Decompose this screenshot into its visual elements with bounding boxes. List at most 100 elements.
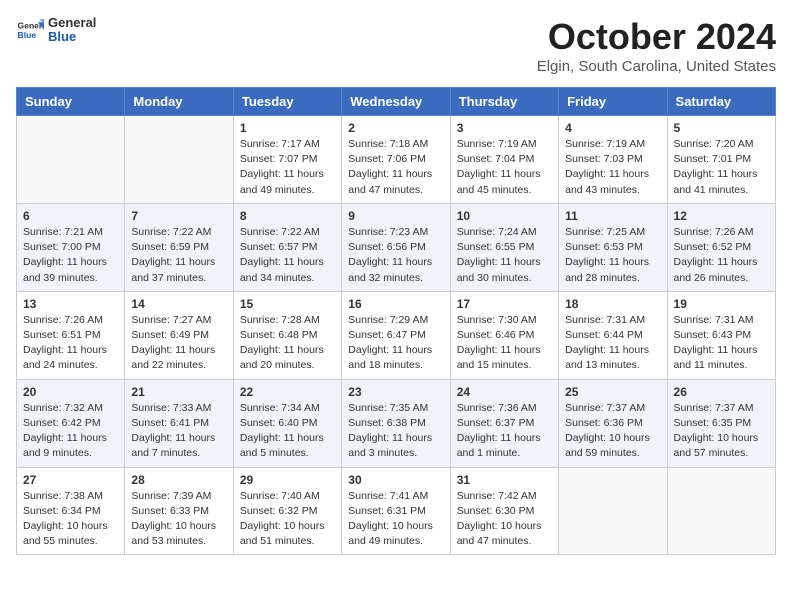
svg-text:Blue: Blue — [18, 30, 37, 40]
daylight-text: Daylight: 11 hours and 37 minutes. — [131, 256, 215, 283]
sunrise-text: Sunrise: 7:23 AM — [348, 226, 428, 238]
calendar-cell-w3-d5: 17Sunrise: 7:30 AMSunset: 6:46 PMDayligh… — [450, 291, 558, 379]
sunrise-text: Sunrise: 7:18 AM — [348, 138, 428, 150]
sunrise-text: Sunrise: 7:19 AM — [565, 138, 645, 150]
sunset-text: Sunset: 7:06 PM — [348, 153, 426, 165]
sunset-text: Sunset: 6:33 PM — [131, 505, 209, 517]
day-number: 29 — [240, 473, 335, 487]
day-number: 23 — [348, 385, 443, 399]
calendar-cell-w4-d1: 20Sunrise: 7:32 AMSunset: 6:42 PMDayligh… — [17, 379, 125, 467]
day-number: 2 — [348, 121, 443, 135]
daylight-text: Daylight: 11 hours and 30 minutes. — [457, 256, 541, 283]
sunrise-text: Sunrise: 7:26 AM — [23, 314, 103, 326]
day-info: Sunrise: 7:22 AMSunset: 6:59 PMDaylight:… — [131, 225, 226, 286]
sunrise-text: Sunrise: 7:31 AM — [565, 314, 645, 326]
sunrise-text: Sunrise: 7:36 AM — [457, 402, 537, 414]
sunset-text: Sunset: 6:48 PM — [240, 329, 318, 341]
calendar-cell-w1-d2 — [125, 116, 233, 204]
sunset-text: Sunset: 6:42 PM — [23, 417, 101, 429]
day-info: Sunrise: 7:17 AMSunset: 7:07 PMDaylight:… — [240, 137, 335, 198]
sunrise-text: Sunrise: 7:27 AM — [131, 314, 211, 326]
day-info: Sunrise: 7:24 AMSunset: 6:55 PMDaylight:… — [457, 225, 552, 286]
col-friday: Friday — [559, 88, 667, 116]
calendar-cell-w3-d4: 16 Sunrise: 7:29 AMSunset: 6:47 PMDayligh… — [342, 291, 450, 379]
daylight-text: Daylight: 11 hours and 13 minutes. — [565, 344, 649, 371]
day-number: 20 — [23, 385, 118, 399]
sunset-text: Sunset: 7:04 PM — [457, 153, 535, 165]
col-tuesday: Tuesday — [233, 88, 341, 116]
day-info: Sunrise: 7:37 AMSunset: 6:36 PMDaylight:… — [565, 401, 660, 462]
day-info: Sunrise: 7:30 AMSunset: 6:46 PMDaylight:… — [457, 313, 552, 374]
daylight-text: Daylight: 10 hours and 55 minutes. — [23, 520, 108, 547]
sunrise-text: Sunrise: 7:26 AM — [674, 226, 754, 238]
calendar-cell-w2-d4: 9Sunrise: 7:23 AMSunset: 6:56 PMDaylight… — [342, 203, 450, 291]
calendar-title: October 2024 — [537, 16, 776, 58]
day-number: 16 — [348, 297, 443, 311]
sunrise-text: Sunrise: 7:39 AM — [131, 490, 211, 502]
daylight-text: Daylight: 11 hours and 11 minutes. — [674, 344, 758, 371]
calendar-week-3: 13Sunrise: 7:26 AMSunset: 6:51 PMDayligh… — [17, 291, 776, 379]
calendar-cell-w4-d4: 23 Sunrise: 7:35 AMSunset: 6:38 PMDayligh… — [342, 379, 450, 467]
sunrise-text: Sunrise: 7:35 AM — [348, 402, 428, 414]
sunrise-text: Sunrise: 7:37 AM — [674, 402, 754, 414]
calendar-cell-w5-d3: 29Sunrise: 7:40 AMSunset: 6:32 PMDayligh… — [233, 467, 341, 555]
sunrise-text: Sunrise: 7:30 AM — [457, 314, 537, 326]
daylight-text: Daylight: 11 hours and 9 minutes. — [23, 432, 107, 459]
day-number: 19 — [674, 297, 769, 311]
sunset-text: Sunset: 6:30 PM — [457, 505, 535, 517]
day-number: 25 — [565, 385, 660, 399]
calendar-cell-w2-d5: 10Sunrise: 7:24 AMSunset: 6:55 PMDayligh… — [450, 203, 558, 291]
day-info: Sunrise: 7:33 AMSunset: 6:41 PMDaylight:… — [131, 401, 226, 462]
day-number: 24 — [457, 385, 552, 399]
calendar-cell-w5-d5: 31 Sunrise: 7:42 AMSunset: 6:30 PMDayligh… — [450, 467, 558, 555]
day-number: 22 — [240, 385, 335, 399]
calendar-cell-w5-d4: 30Sunrise: 7:41 AMSunset: 6:31 PMDayligh… — [342, 467, 450, 555]
day-info: Sunrise: 7:35 AMSunset: 6:38 PMDaylight:… — [348, 401, 443, 462]
calendar-table: Sunday Monday Tuesday Wednesday Thursday… — [16, 87, 776, 555]
calendar-cell-w3-d1: 13Sunrise: 7:26 AMSunset: 6:51 PMDayligh… — [17, 291, 125, 379]
calendar-week-2: 6Sunrise: 7:21 AMSunset: 7:00 PMDaylight… — [17, 203, 776, 291]
day-info: Sunrise: 7:29 AMSunset: 6:47 PMDaylight:… — [348, 313, 443, 374]
title-block: October 2024 Elgin, South Carolina, Unit… — [537, 16, 776, 75]
daylight-text: Daylight: 11 hours and 3 minutes. — [348, 432, 432, 459]
sunset-text: Sunset: 6:51 PM — [23, 329, 101, 341]
daylight-text: Daylight: 10 hours and 49 minutes. — [348, 520, 433, 547]
day-number: 27 — [23, 473, 118, 487]
calendar-cell-w5-d7 — [667, 467, 775, 555]
sunset-text: Sunset: 6:31 PM — [348, 505, 426, 517]
day-info: Sunrise: 7:34 AMSunset: 6:40 PMDaylight:… — [240, 401, 335, 462]
day-info: Sunrise: 7:19 AMSunset: 7:03 PMDaylight:… — [565, 137, 660, 198]
calendar-cell-w4-d7: 26Sunrise: 7:37 AMSunset: 6:35 PMDayligh… — [667, 379, 775, 467]
daylight-text: Daylight: 11 hours and 15 minutes. — [457, 344, 541, 371]
day-info: Sunrise: 7:18 AMSunset: 7:06 PMDaylight:… — [348, 137, 443, 198]
day-info: Sunrise: 7:26 AMSunset: 6:51 PMDaylight:… — [23, 313, 118, 374]
daylight-text: Daylight: 11 hours and 49 minutes. — [240, 168, 324, 195]
sunrise-text: Sunrise: 7:19 AM — [457, 138, 537, 150]
calendar-cell-w4-d6: 25 Sunrise: 7:37 AMSunset: 6:36 PMDayligh… — [559, 379, 667, 467]
calendar-cell-w1-d6: 4Sunrise: 7:19 AMSunset: 7:03 PMDaylight… — [559, 116, 667, 204]
daylight-text: Daylight: 11 hours and 5 minutes. — [240, 432, 324, 459]
day-number: 7 — [131, 209, 226, 223]
sunset-text: Sunset: 7:03 PM — [565, 153, 643, 165]
calendar-week-5: 27Sunrise: 7:38 AMSunset: 6:34 PMDayligh… — [17, 467, 776, 555]
day-number: 31 — [457, 473, 552, 487]
sunset-text: Sunset: 6:56 PM — [348, 241, 426, 253]
day-number: 14 — [131, 297, 226, 311]
sunset-text: Sunset: 6:36 PM — [565, 417, 643, 429]
day-number: 5 — [674, 121, 769, 135]
day-number: 18 — [565, 297, 660, 311]
sunset-text: Sunset: 6:34 PM — [23, 505, 101, 517]
daylight-text: Daylight: 11 hours and 20 minutes. — [240, 344, 324, 371]
sunset-text: Sunset: 6:55 PM — [457, 241, 535, 253]
day-number: 15 — [240, 297, 335, 311]
day-info: Sunrise: 7:26 AMSunset: 6:52 PMDaylight:… — [674, 225, 769, 286]
day-info: Sunrise: 7:42 AMSunset: 6:30 PMDaylight:… — [457, 489, 552, 550]
daylight-text: Daylight: 10 hours and 53 minutes. — [131, 520, 216, 547]
day-info: Sunrise: 7:25 AMSunset: 6:53 PMDaylight:… — [565, 225, 660, 286]
calendar-week-4: 20Sunrise: 7:32 AMSunset: 6:42 PMDayligh… — [17, 379, 776, 467]
sunset-text: Sunset: 7:01 PM — [674, 153, 752, 165]
daylight-text: Daylight: 11 hours and 34 minutes. — [240, 256, 324, 283]
calendar-cell-w3-d2: 14Sunrise: 7:27 AMSunset: 6:49 PMDayligh… — [125, 291, 233, 379]
sunrise-text: Sunrise: 7:34 AM — [240, 402, 320, 414]
sunrise-text: Sunrise: 7:25 AM — [565, 226, 645, 238]
